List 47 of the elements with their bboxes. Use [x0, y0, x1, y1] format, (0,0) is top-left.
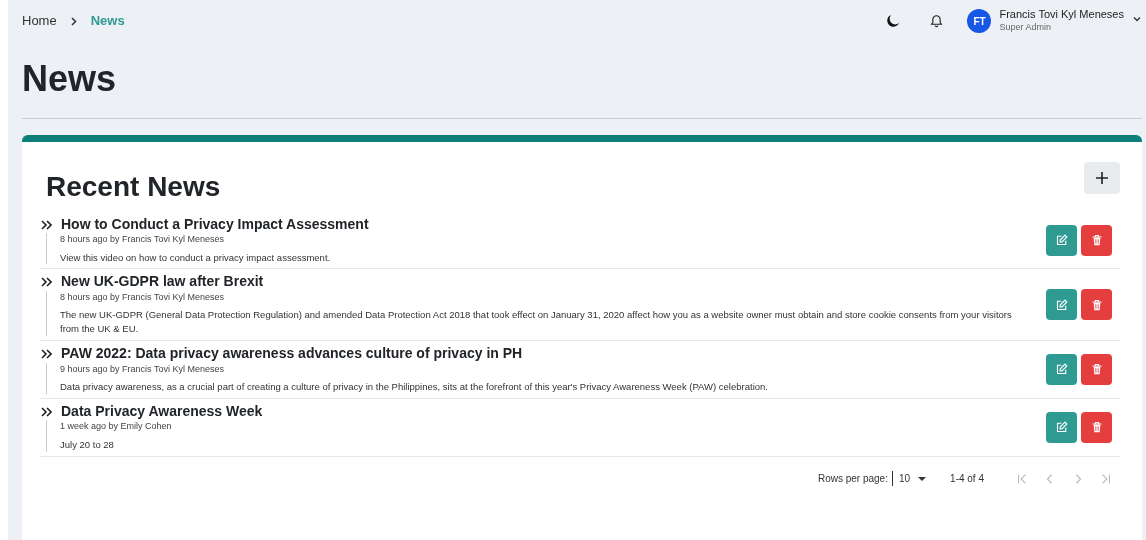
- edit-button[interactable]: [1046, 289, 1077, 321]
- add-button[interactable]: [1084, 162, 1120, 195]
- user-avatar[interactable]: FT: [967, 9, 992, 34]
- news-meta: 8 hours ago by Francis Tovi Kyl Meneses: [60, 290, 225, 304]
- edit-icon: [1055, 363, 1068, 376]
- page-title: News: [22, 57, 118, 102]
- edit-icon: [1055, 234, 1068, 247]
- rows-per-page-label: Rows per page:: [817, 472, 888, 487]
- trash-icon: [1090, 421, 1103, 434]
- rows-per-page-select[interactable]: 10: [891, 471, 927, 487]
- news-summary: View this video on how to conduct a privacy impact assessment.: [60, 250, 332, 265]
- trash-icon: [1090, 363, 1103, 376]
- news-title[interactable]: PAW 2022: Data privacy awareness advances culture of privacy in PH: [61, 345, 523, 363]
- news-meta: 9 hours ago by Francis Tovi Kyl Meneses: [60, 362, 225, 376]
- page-range: 1-4 of 4: [950, 472, 984, 487]
- double-chevron-icon: [41, 406, 52, 417]
- bell-icon[interactable]: [930, 14, 944, 29]
- news-summary: July 20 to 28: [60, 437, 115, 452]
- plus-icon: [1095, 171, 1109, 186]
- trash-icon: [1090, 298, 1103, 311]
- news-title[interactable]: How to Conduct a Privacy Impact Assessment: [61, 215, 369, 234]
- news-summary: The new UK-GDPR (General Data Protection Regulation) and amended Data Protection Act 2018 that took effect on January 31, 2020 affect how you as a website owner must obtain and store cookie consents from your visitors from the UK & EU.: [60, 308, 1013, 336]
- caret-down-icon: [918, 475, 927, 482]
- news-title[interactable]: Data Privacy Awareness Week: [61, 402, 263, 421]
- edit-icon: [1055, 298, 1068, 311]
- double-chevron-icon: [41, 349, 52, 359]
- double-chevron-icon: [41, 219, 52, 230]
- edit-button[interactable]: [1046, 411, 1077, 443]
- news-title[interactable]: New UK-GDPR law after Brexit: [61, 273, 264, 291]
- delete-button[interactable]: [1081, 224, 1112, 256]
- news-summary: Data privacy awareness, as a crucial part of creating a culture of privacy in the Philippines, sits at the forefront of this year's Privacy Awareness Week (PAW) celebration.: [60, 380, 769, 394]
- user-role: Super Admin: [999, 21, 1052, 34]
- edit-button[interactable]: [1046, 224, 1077, 256]
- double-chevron-icon: [41, 277, 52, 288]
- trash-icon: [1090, 234, 1103, 247]
- card-title: Recent News: [46, 170, 221, 204]
- news-meta: 8 hours ago by Francis Tovi Kyl Meneses: [60, 233, 225, 247]
- delete-button[interactable]: [1081, 411, 1112, 443]
- user-name: Francis Tovi Kyl Meneses: [999, 7, 1124, 21]
- news-meta: 1 week ago by Emily Cohen: [60, 420, 173, 434]
- edit-button[interactable]: [1046, 353, 1077, 385]
- breadcrumb-link[interactable]: Home: [22, 11, 57, 31]
- delete-button[interactable]: [1081, 353, 1112, 385]
- moon-icon[interactable]: [886, 14, 901, 29]
- edit-icon: [1055, 421, 1068, 434]
- delete-button[interactable]: [1081, 289, 1112, 321]
- chevron-right-icon: [70, 16, 77, 26]
